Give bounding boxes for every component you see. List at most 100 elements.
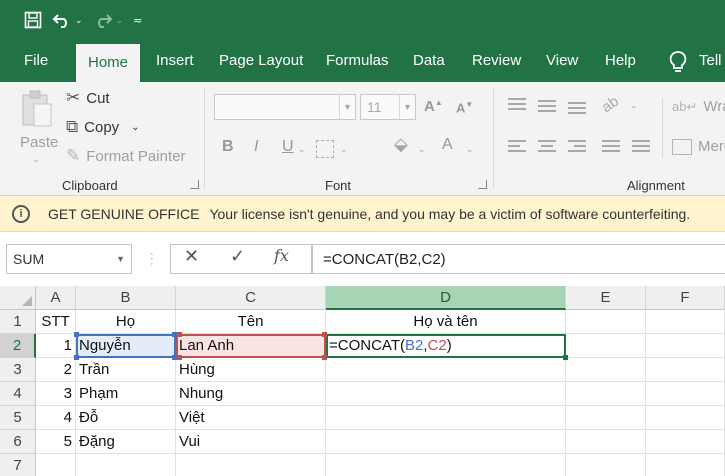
column-header-e[interactable]: E [566, 286, 646, 310]
undo-icon[interactable]: ⌄ [52, 12, 83, 28]
decrease-font-icon[interactable]: A▼ [456, 100, 473, 115]
cell-a5[interactable]: 4 [36, 406, 76, 430]
row-header-2[interactable]: 2 [0, 334, 36, 358]
cell-c4[interactable]: Nhung [176, 382, 326, 406]
cell-d5[interactable] [326, 406, 566, 430]
row-header-4[interactable]: 4 [0, 382, 36, 406]
column-header-d[interactable]: D [326, 286, 566, 310]
tab-file[interactable]: File [24, 40, 48, 82]
cell-a4[interactable]: 3 [36, 382, 76, 406]
cell-e1[interactable] [566, 310, 646, 334]
row-header-7[interactable]: 7 [0, 454, 36, 476]
increase-indent-icon[interactable] [632, 140, 650, 152]
cell-b6[interactable]: Đặng [76, 430, 176, 454]
redo-dropdown-icon[interactable]: ⌄ [116, 15, 124, 26]
customize-icon[interactable]: ≂ [133, 14, 142, 27]
formula-input[interactable]: =CONCAT(B2,C2) [312, 244, 725, 274]
lightbulb-icon[interactable] [668, 50, 688, 74]
copy-dropdown-icon[interactable]: ⌄ [131, 122, 139, 133]
middle-align-icon[interactable] [538, 100, 556, 112]
cell-d4[interactable] [326, 382, 566, 406]
column-header-c[interactable]: C [176, 286, 326, 310]
italic-button[interactable]: I [254, 138, 258, 156]
cell-e5[interactable] [566, 406, 646, 430]
range-handle[interactable] [177, 332, 182, 337]
range-handle[interactable] [74, 332, 79, 337]
cell-e2[interactable] [566, 334, 646, 358]
align-center-icon[interactable] [538, 140, 556, 152]
format-painter-button[interactable]: ✎ Format Painter [66, 146, 185, 166]
cell-c7[interactable] [176, 454, 326, 476]
cell-a3[interactable]: 2 [36, 358, 76, 382]
tab-review[interactable]: Review [472, 40, 521, 82]
cell-f7[interactable] [646, 454, 725, 476]
cell-f1[interactable] [646, 310, 725, 334]
wrap-text-button[interactable]: ab↵ Wra [672, 98, 725, 115]
cell-c1[interactable]: Tên [176, 310, 326, 334]
cell-f4[interactable] [646, 382, 725, 406]
cell-d2-editing[interactable]: =CONCAT(B2,C2) [326, 334, 566, 358]
cell-d1[interactable]: Họ và tên [326, 310, 566, 334]
insert-function-icon[interactable]: fx [274, 246, 289, 265]
cell-f3[interactable] [646, 358, 725, 382]
name-box[interactable]: SUM ▼ [6, 244, 132, 274]
merge-center-button[interactable]: Merg [672, 138, 725, 155]
cell-b1[interactable]: Họ [76, 310, 176, 334]
cell-b5[interactable]: Đỗ [76, 406, 176, 430]
cell-f2[interactable] [646, 334, 725, 358]
font-launcher-icon[interactable] [478, 180, 487, 189]
redo-icon[interactable]: ⌄ [93, 12, 124, 28]
tab-page-layout[interactable]: Page Layout [219, 40, 303, 82]
tab-view[interactable]: View [546, 40, 578, 82]
paste-dropdown-icon[interactable]: ⌄ [32, 154, 40, 165]
cell-a2[interactable]: 1 [36, 334, 76, 358]
align-right-icon[interactable] [568, 140, 586, 152]
cell-c6[interactable]: Vui [176, 430, 326, 454]
drag-handle-icon[interactable]: · · · [150, 249, 154, 270]
enter-icon[interactable]: ✓ [230, 246, 245, 267]
select-all-button[interactable] [0, 286, 36, 310]
cell-e6[interactable] [566, 430, 646, 454]
chevron-down-icon[interactable]: ▼ [116, 254, 125, 264]
undo-dropdown-icon[interactable]: ⌄ [75, 15, 83, 26]
cell-e7[interactable] [566, 454, 646, 476]
paste-button[interactable]: Paste ⌄ [16, 90, 58, 165]
cut-button[interactable]: ✂ Cut [66, 88, 110, 108]
cell-f5[interactable] [646, 406, 725, 430]
orientation-icon[interactable]: ab [599, 93, 622, 116]
row-header-6[interactable]: 6 [0, 430, 36, 454]
borders-dropdown-icon[interactable]: ⌄ [340, 144, 348, 155]
column-header-f[interactable]: F [646, 286, 725, 310]
orientation-dropdown-icon[interactable]: ⌄ [630, 100, 638, 111]
cell-c3[interactable]: Hùng [176, 358, 326, 382]
tab-data[interactable]: Data [413, 40, 445, 82]
tab-tell-me[interactable]: Tell [699, 40, 722, 82]
tab-formulas[interactable]: Formulas [326, 40, 389, 82]
decrease-indent-icon[interactable] [602, 140, 620, 152]
cell-d3[interactable] [326, 358, 566, 382]
tab-home[interactable]: Home [76, 44, 141, 82]
font-name-select[interactable]: ▼ [214, 94, 356, 120]
cell-b4[interactable]: Phạm [76, 382, 176, 406]
column-header-b[interactable]: B [76, 286, 176, 310]
borders-icon[interactable] [316, 140, 334, 158]
tab-help[interactable]: Help [605, 40, 636, 82]
fill-handle[interactable] [563, 355, 568, 360]
underline-button[interactable]: U [282, 138, 294, 156]
row-header-1[interactable]: 1 [0, 310, 36, 334]
top-align-icon[interactable] [508, 98, 526, 110]
font-color-dropdown-icon[interactable]: ⌄ [466, 144, 474, 155]
fill-color-icon[interactable]: ⬙ [394, 134, 408, 155]
cell-f6[interactable] [646, 430, 725, 454]
cell-e3[interactable] [566, 358, 646, 382]
cell-b7[interactable] [76, 454, 176, 476]
clipboard-launcher-icon[interactable] [190, 180, 199, 189]
underline-dropdown-icon[interactable]: ⌄ [298, 144, 306, 155]
cell-d6[interactable] [326, 430, 566, 454]
bold-button[interactable]: B [222, 138, 234, 156]
range-handle[interactable] [74, 355, 79, 360]
cell-b2[interactable]: Nguyễn [76, 334, 176, 358]
cell-c2[interactable]: Lan Anh [176, 334, 326, 358]
font-color-icon[interactable]: A [442, 136, 453, 154]
cell-d7[interactable] [326, 454, 566, 476]
